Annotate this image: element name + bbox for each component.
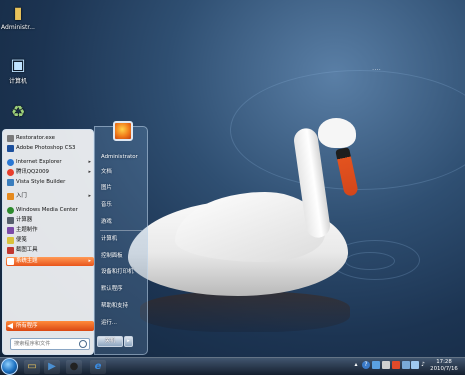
taskbar-folder-button[interactable]: ▭ xyxy=(24,360,40,374)
right-item-default-programs[interactable]: 默认程序 xyxy=(101,285,147,294)
shutdown-button[interactable]: 关机 xyxy=(97,336,123,347)
desktop-icon-computer[interactable]: ▣ 计算机 xyxy=(0,55,36,86)
internet-explorer-icon: e xyxy=(94,361,102,372)
right-item-control-panel[interactable]: 控制面板 xyxy=(101,252,147,261)
program-restorator[interactable]: Restorator.exe xyxy=(6,134,94,143)
program-internet-explorer[interactable]: Internet Explorer ▸ xyxy=(6,158,94,167)
desktop-icon-admin-folder[interactable]: ▮ Administr... xyxy=(0,3,36,32)
getting-started-icon xyxy=(7,193,14,200)
theme-maker-icon xyxy=(7,227,14,234)
submenu-arrow-icon: ▸ xyxy=(88,159,91,165)
right-item-music[interactable]: 音乐 xyxy=(101,201,147,210)
media-player-icon: ▶ xyxy=(48,361,56,372)
program-photoshop[interactable]: Adobe Photoshop CS3 xyxy=(6,144,94,153)
calculator-icon xyxy=(7,217,14,224)
watermark-text: .... xyxy=(372,64,381,72)
submenu-arrow-icon: ▸ xyxy=(88,169,91,175)
right-item-run[interactable]: 运行... xyxy=(101,319,147,328)
snipping-tool-icon xyxy=(7,247,14,254)
right-item-documents[interactable]: 文档 xyxy=(101,168,147,177)
computer-icon: ▣ xyxy=(10,55,26,74)
desktop-icon-label: 计算机 xyxy=(8,78,27,85)
taskbar: ▭ ▶ ● e ▴ ? ♪ 17:28 2010/7/16 xyxy=(0,357,465,375)
photoshop-icon xyxy=(7,145,14,152)
desktop-icon-label: Administr... xyxy=(1,24,35,31)
program-media-center[interactable]: Windows Media Center xyxy=(6,206,94,215)
tray-keyboard-icon[interactable] xyxy=(402,361,410,369)
program-getting-started[interactable]: 入门 ▸ xyxy=(6,192,94,201)
tray-chat-icon[interactable] xyxy=(372,361,380,369)
all-programs-button[interactable]: 所有程序 xyxy=(6,321,94,331)
program-qq[interactable]: 腾讯QQ2009 ▸ xyxy=(6,168,94,177)
shutdown-options-button[interactable]: ▸ xyxy=(124,336,133,347)
qq-penguin-icon: ● xyxy=(69,361,79,372)
start-search-input[interactable]: 搜索程序和文件 xyxy=(10,338,90,350)
taskbar-qq-button[interactable]: ● xyxy=(66,360,82,374)
taskbar-media-player-button[interactable]: ▶ xyxy=(44,360,60,374)
internet-explorer-icon xyxy=(7,159,14,166)
program-snipping-tool[interactable]: 截图工具 xyxy=(6,246,94,255)
right-item-administrator[interactable]: Administrator xyxy=(101,153,147,162)
start-menu-places-pane: Administrator 文档 图片 音乐 游戏 计算机 控制面板 设备和打印… xyxy=(94,121,148,355)
submenu-arrow-icon: ▸ xyxy=(88,193,91,199)
search-icon xyxy=(79,340,87,348)
restorator-icon xyxy=(7,135,14,142)
program-vista-style-builder[interactable]: Vista Style Builder xyxy=(6,178,94,187)
style-builder-icon xyxy=(7,179,14,186)
system-theme-icon xyxy=(7,258,14,265)
separator xyxy=(100,230,142,231)
user-avatar[interactable] xyxy=(113,121,133,141)
right-item-computer[interactable]: 计算机 xyxy=(101,235,147,244)
taskbar-clock[interactable]: 17:28 2010/7/16 xyxy=(427,359,461,373)
clock-time: 17:28 xyxy=(436,359,452,365)
right-item-devices-printers[interactable]: 设备和打印机 xyxy=(101,268,147,277)
folder-icon: ▭ xyxy=(27,361,37,372)
media-center-icon xyxy=(7,207,14,214)
clock-date: 2010/7/16 xyxy=(430,366,458,372)
start-button[interactable] xyxy=(1,358,18,375)
submenu-arrow-icon: ▸ xyxy=(88,258,91,264)
start-menu-programs-pane: Restorator.exe Adobe Photoshop CS3 Inter… xyxy=(2,129,94,355)
tray-expand-icon[interactable]: ▴ xyxy=(352,361,360,369)
start-menu: Restorator.exe Adobe Photoshop CS3 Inter… xyxy=(0,121,150,357)
recycle-bin-icon: ♻ xyxy=(10,102,26,121)
desktop-icon-recycle-bin[interactable]: ♻ xyxy=(0,103,36,123)
tray-flag-icon[interactable] xyxy=(392,361,400,369)
program-sticky-notes[interactable]: 便笺 xyxy=(6,236,94,245)
folder-icon: ▮ xyxy=(13,3,23,22)
program-system-theme[interactable]: 系统主题 ▸ xyxy=(6,257,94,266)
program-calculator[interactable]: 计算器 xyxy=(6,216,94,225)
tray-volume-icon[interactable]: ♪ xyxy=(419,361,427,369)
right-item-pictures[interactable]: 图片 xyxy=(101,184,147,193)
tray-help-icon[interactable]: ? xyxy=(362,361,370,369)
arrow-left-icon xyxy=(7,323,13,329)
tray-app-icon[interactable] xyxy=(382,361,390,369)
right-item-games[interactable]: 游戏 xyxy=(101,218,147,227)
qq-penguin-icon xyxy=(7,169,14,176)
taskbar-ie-button[interactable]: e xyxy=(90,360,106,374)
program-theme-maker[interactable]: 主题制作 xyxy=(6,226,94,235)
tray-network-icon[interactable] xyxy=(411,361,419,369)
right-item-help-support[interactable]: 帮助和支持 xyxy=(101,302,147,311)
sticky-notes-icon xyxy=(7,237,14,244)
